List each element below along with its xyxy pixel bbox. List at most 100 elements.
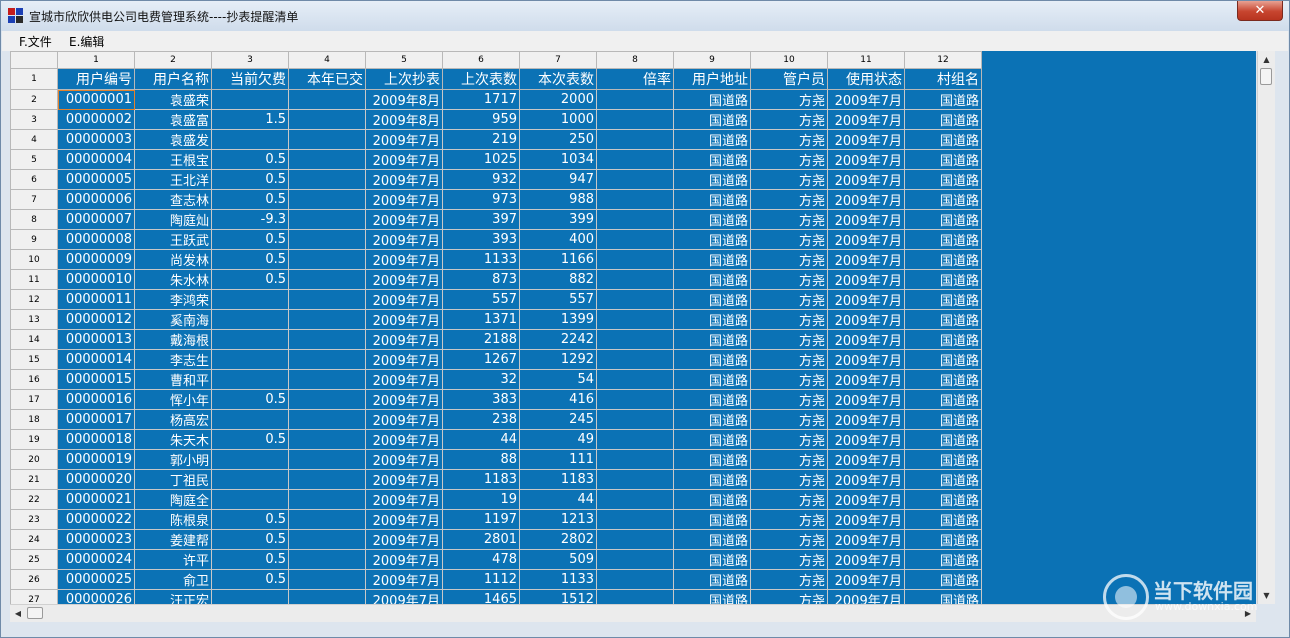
table-cell[interactable] [596, 569, 674, 590]
table-row[interactable]: 6 00000005 王北洋 0.5 2009年7月 932 947 国道路 方尧 2009年7月… [10, 169, 982, 190]
table-cell[interactable]: 1166 [519, 249, 597, 270]
table-cell[interactable] [211, 369, 289, 390]
menu-file[interactable]: F.文件 [19, 33, 52, 50]
column-number[interactable]: 9 [673, 51, 751, 69]
table-cell[interactable]: 国道路 [673, 189, 751, 210]
table-cell[interactable] [288, 129, 366, 150]
table-cell[interactable]: 00000013 [57, 329, 135, 350]
table-cell[interactable]: 383 [442, 389, 520, 410]
table-cell[interactable]: 国道路 [904, 249, 982, 270]
table-cell[interactable]: 查志林 [134, 189, 212, 210]
table-cell[interactable]: 国道路 [673, 329, 751, 350]
table-cell[interactable]: 国道路 [904, 549, 982, 570]
table-cell[interactable]: 1399 [519, 309, 597, 330]
row-number[interactable]: 6 [10, 169, 58, 190]
table-cell[interactable]: 2009年7月 [365, 309, 443, 330]
table-cell[interactable] [211, 409, 289, 430]
table-cell[interactable]: 国道路 [673, 129, 751, 150]
table-cell[interactable]: 国道路 [673, 349, 751, 370]
table-cell[interactable]: 俞卫 [134, 569, 212, 590]
table-cell[interactable] [211, 289, 289, 310]
table-cell[interactable]: 1112 [442, 569, 520, 590]
column-header[interactable]: 本次表数 [519, 68, 597, 90]
table-cell[interactable]: 方尧 [750, 349, 828, 370]
table-cell[interactable]: 国道路 [673, 309, 751, 330]
table-row[interactable]: 10 00000009 尚发林 0.5 2009年7月 1133 1166 国道路 方尧 2009… [10, 249, 982, 270]
table-cell[interactable]: 方尧 [750, 369, 828, 390]
table-row[interactable]: 21 00000020 丁祖民 2009年7月 1183 1183 国道路 方尧 2009年7月… [10, 469, 982, 490]
table-cell[interactable]: 00000003 [57, 129, 135, 150]
table-cell[interactable]: 2009年7月 [827, 329, 905, 350]
table-cell[interactable]: 国道路 [904, 509, 982, 530]
table-cell[interactable] [288, 89, 366, 110]
table-cell[interactable]: 49 [519, 429, 597, 450]
table-cell[interactable]: 方尧 [750, 209, 828, 230]
table-cell[interactable]: 2009年7月 [365, 129, 443, 150]
table-cell[interactable]: 国道路 [904, 349, 982, 370]
table-cell[interactable]: 2009年7月 [827, 589, 905, 604]
table-cell[interactable] [288, 149, 366, 170]
table-row[interactable]: 25 00000024 许平 0.5 2009年7月 478 509 国道路 方尧 2009年7月… [10, 549, 982, 570]
table-cell[interactable] [596, 529, 674, 550]
row-number[interactable]: 20 [10, 449, 58, 470]
table-cell[interactable]: 1025 [442, 149, 520, 170]
row-number[interactable]: 7 [10, 189, 58, 210]
table-cell[interactable]: 00000022 [57, 509, 135, 530]
table-cell[interactable] [211, 329, 289, 350]
table-cell[interactable] [596, 349, 674, 370]
selected-cell[interactable]: 00000001 [57, 89, 135, 110]
table-cell[interactable]: 尚发林 [134, 249, 212, 270]
table-cell[interactable]: 1267 [442, 349, 520, 370]
table-cell[interactable]: 0.5 [211, 569, 289, 590]
table-cell[interactable]: 国道路 [673, 589, 751, 604]
table-cell[interactable]: 238 [442, 409, 520, 430]
table-cell[interactable]: 国道路 [904, 309, 982, 330]
table-cell[interactable] [596, 329, 674, 350]
table-cell[interactable] [288, 169, 366, 190]
row-number[interactable]: 15 [10, 349, 58, 370]
table-cell[interactable]: 2009年7月 [365, 389, 443, 410]
table-cell[interactable]: 988 [519, 189, 597, 210]
table-cell[interactable]: 国道路 [673, 409, 751, 430]
table-cell[interactable]: 882 [519, 269, 597, 290]
table-cell[interactable]: 1213 [519, 509, 597, 530]
table-cell[interactable]: 947 [519, 169, 597, 190]
table-cell[interactable]: 国道路 [673, 449, 751, 470]
table-cell[interactable] [596, 89, 674, 110]
row-number[interactable]: 5 [10, 149, 58, 170]
table-cell[interactable]: 111 [519, 449, 597, 470]
table-cell[interactable]: 44 [519, 489, 597, 510]
table-cell[interactable]: 1292 [519, 349, 597, 370]
table-cell[interactable]: 00000018 [57, 429, 135, 450]
table-cell[interactable]: 88 [442, 449, 520, 470]
table-cell[interactable]: 2009年7月 [827, 389, 905, 410]
table-cell[interactable]: 1371 [442, 309, 520, 330]
table-cell[interactable]: 国道路 [904, 529, 982, 550]
table-row[interactable]: 16 00000015 曹和平 2009年7月 32 54 国道路 方尧 2009年7月 国道路 [10, 369, 982, 390]
table-cell[interactable]: 2009年7月 [365, 509, 443, 530]
table-cell[interactable]: 2009年7月 [827, 149, 905, 170]
table-cell[interactable]: 汪正宏 [134, 589, 212, 604]
table-cell[interactable] [288, 309, 366, 330]
row-number[interactable]: 10 [10, 249, 58, 270]
table-cell[interactable] [596, 289, 674, 310]
table-cell[interactable]: 0.5 [211, 529, 289, 550]
table-cell[interactable]: 2009年7月 [827, 549, 905, 570]
table-cell[interactable]: 2009年7月 [365, 409, 443, 430]
table-cell[interactable] [596, 149, 674, 170]
vertical-scroll-thumb[interactable] [1260, 68, 1272, 85]
table-cell[interactable]: 0.5 [211, 509, 289, 530]
table-cell[interactable]: 方尧 [750, 509, 828, 530]
table-cell[interactable]: 0.5 [211, 389, 289, 410]
table-row[interactable]: 3 00000002 袁盛富 1.5 2009年8月 959 1000 国道路 方尧 2009年7… [10, 109, 982, 130]
row-number[interactable]: 21 [10, 469, 58, 490]
table-cell[interactable] [596, 449, 674, 470]
table-cell[interactable] [596, 269, 674, 290]
table-cell[interactable]: 国道路 [673, 89, 751, 110]
column-header[interactable]: 使用状态 [827, 68, 905, 90]
table-cell[interactable]: 1717 [442, 89, 520, 110]
table-cell[interactable]: 2188 [442, 329, 520, 350]
table-cell[interactable]: 国道路 [673, 529, 751, 550]
column-number[interactable]: 2 [134, 51, 212, 69]
menu-edit[interactable]: E.编辑 [69, 33, 104, 50]
